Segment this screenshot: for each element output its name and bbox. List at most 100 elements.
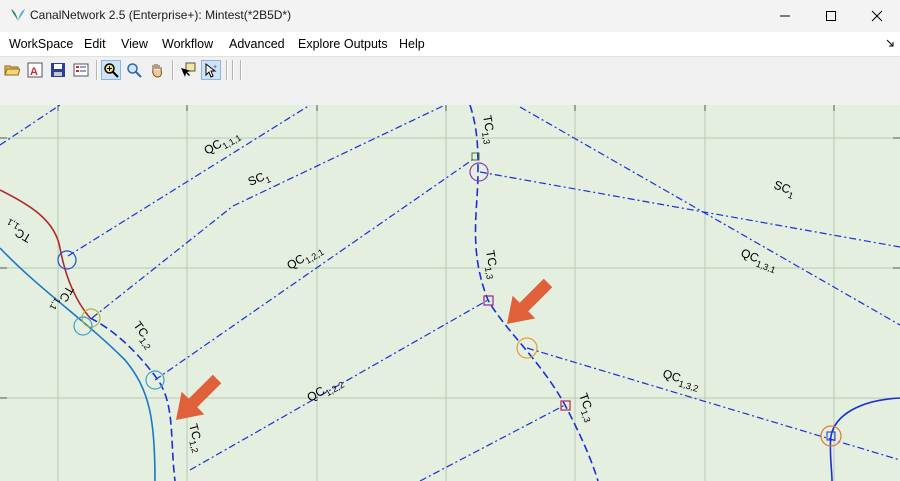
- save-button[interactable]: [48, 60, 68, 80]
- canal-sc-1-right[interactable]: [479, 171, 900, 248]
- label-base: TC: [483, 249, 500, 268]
- label-base: TC: [480, 114, 497, 133]
- svg-text:QC1,3,1: QC1,3,1: [738, 246, 780, 276]
- label-tc-1-3-mid: TC1,3: [483, 249, 500, 280]
- font-icon: A: [27, 62, 43, 78]
- label-qc-1-2-1: QC1,2,1: [284, 247, 325, 273]
- open-folder-icon: [4, 65, 20, 76]
- label-base: QC: [202, 136, 225, 157]
- canal-qc-1-3-1[interactable]: [519, 106, 900, 326]
- svg-text:TC1,1: TC1,1: [2, 217, 35, 246]
- label-base: TC: [576, 391, 595, 411]
- label-base: QC: [305, 383, 328, 404]
- node-circle[interactable]: [73, 316, 93, 336]
- menu-workspace[interactable]: WorkSpace: [9, 37, 73, 51]
- label-tc-1-2: TC1,2: [128, 319, 158, 352]
- label-qc-1-3-1: QC1,3,1: [738, 246, 780, 276]
- label-base: SC: [246, 169, 267, 188]
- pan-hand-icon: [152, 64, 162, 78]
- minimize-icon: [780, 15, 790, 17]
- label-qc-1-2-2: QC1,2,2: [305, 373, 346, 407]
- toolbar-separator: [96, 60, 98, 80]
- canal-sc-1-left[interactable]: [91, 105, 446, 319]
- open-button[interactable]: [2, 60, 22, 80]
- node-select-icon: [181, 62, 196, 77]
- pointer-select-icon: +: [205, 62, 217, 78]
- toolbar-separator: [232, 60, 234, 80]
- canal-qc-1-1-1-upper[interactable]: [0, 105, 61, 146]
- label-tc-1-1-bottom: TC1,1: [48, 282, 77, 315]
- label-sub: 1,3: [579, 409, 593, 424]
- label-tc-1-3-bottom: TC1,3: [573, 391, 599, 424]
- menu-workflow[interactable]: Workflow: [162, 37, 213, 51]
- font-button[interactable]: A: [25, 60, 45, 80]
- maximize-button[interactable]: [808, 0, 854, 32]
- toolbar-separator: [172, 60, 174, 80]
- svg-text:A: A: [30, 66, 38, 78]
- app-logo-icon: [11, 9, 25, 21]
- label-sub: 1,3: [483, 266, 495, 280]
- zoom-icon: [127, 63, 142, 78]
- node-circle[interactable]: [57, 250, 77, 270]
- pan-button[interactable]: [147, 60, 167, 80]
- properties-icon: [73, 63, 89, 77]
- label-sub: 1,2: [187, 439, 200, 454]
- canal-qc-1-1-1[interactable]: [67, 105, 311, 257]
- stream-blue[interactable]: [0, 247, 156, 481]
- properties-button[interactable]: [71, 60, 91, 80]
- menu-advanced[interactable]: Advanced: [229, 37, 285, 51]
- svg-text:QC1,2,2: QC1,2,2: [305, 373, 346, 407]
- menu-help[interactable]: Help: [399, 37, 425, 51]
- zoom-in-icon: [104, 63, 119, 78]
- close-icon: [871, 10, 883, 22]
- svg-text:TC1,2: TC1,2: [128, 319, 158, 352]
- label-sub: 1,2,1: [303, 247, 325, 266]
- canal-qc-1-2-2-lower[interactable]: [419, 404, 566, 481]
- annotation-arrow-left: [176, 374, 222, 420]
- toolbar-separator: [226, 60, 228, 80]
- secondary-toolbar-strip: [0, 82, 900, 106]
- svg-text:SC1: SC1: [771, 178, 797, 201]
- menu-explore-outputs[interactable]: Explore Outputs: [298, 37, 388, 51]
- label-sc-1-right: SC1: [771, 178, 797, 201]
- svg-text:QC1,1,1: QC1,1,1: [202, 126, 243, 160]
- pointer-select-button[interactable]: +: [201, 60, 221, 80]
- canal-qc-1-2-1[interactable]: [154, 157, 476, 381]
- label-base: QC: [284, 251, 307, 272]
- svg-text:TC1,3: TC1,3: [573, 391, 599, 424]
- map-axis-ticks: [0, 105, 900, 399]
- menu-view[interactable]: View: [121, 37, 148, 51]
- label-qc-1-1-1: QC1,1,1: [202, 126, 243, 160]
- minimize-button[interactable]: [762, 0, 808, 32]
- close-button[interactable]: [854, 0, 900, 32]
- node-circle[interactable]: [469, 162, 489, 182]
- label-sub: 1,3,2: [677, 378, 699, 393]
- network-map-svg[interactable]: QC1,1,1 SC1 TC1,1 TC1,1 QC1,2,1 TC1,2 TC…: [0, 105, 900, 481]
- label-tc-1-1-top: TC1,1: [2, 217, 35, 246]
- restore-toolbar-icon[interactable]: [886, 39, 894, 47]
- toolbar: A +: [0, 56, 900, 83]
- zoom-in-button[interactable]: [101, 60, 121, 80]
- map-grid: [0, 105, 900, 481]
- svg-text:TC1,3: TC1,3: [477, 114, 499, 145]
- label-base: TC: [131, 319, 152, 340]
- label-sub: 1,3: [480, 131, 492, 145]
- canal-tc-1-2[interactable]: [89, 317, 176, 481]
- label-tc-1-3-top: TC1,3: [477, 114, 499, 145]
- label-sub: 1: [264, 174, 272, 185]
- label-sub: 1,3,1: [755, 259, 777, 276]
- title-bar: CanalNetwork 2.5 (Enterprise+): Mintest(…: [0, 0, 900, 32]
- node-select-button[interactable]: [178, 60, 198, 80]
- zoom-button[interactable]: [124, 60, 144, 80]
- toolbar-separator: [240, 60, 242, 80]
- svg-text:SC1: SC1: [246, 168, 272, 192]
- label-sc-1-left: SC1: [246, 168, 272, 192]
- label-base: TC: [186, 422, 204, 441]
- save-icon: [51, 63, 65, 77]
- stream-red[interactable]: [0, 189, 91, 319]
- svg-text:TC1,1: TC1,1: [48, 282, 77, 315]
- menu-bar: WorkSpace Edit View Workflow Advanced Ex…: [0, 32, 900, 56]
- network-map-canvas[interactable]: QC1,1,1 SC1 TC1,1 TC1,1 QC1,2,1 TC1,2 TC…: [0, 105, 900, 481]
- menu-edit[interactable]: Edit: [84, 37, 106, 51]
- maximize-icon: [826, 11, 836, 21]
